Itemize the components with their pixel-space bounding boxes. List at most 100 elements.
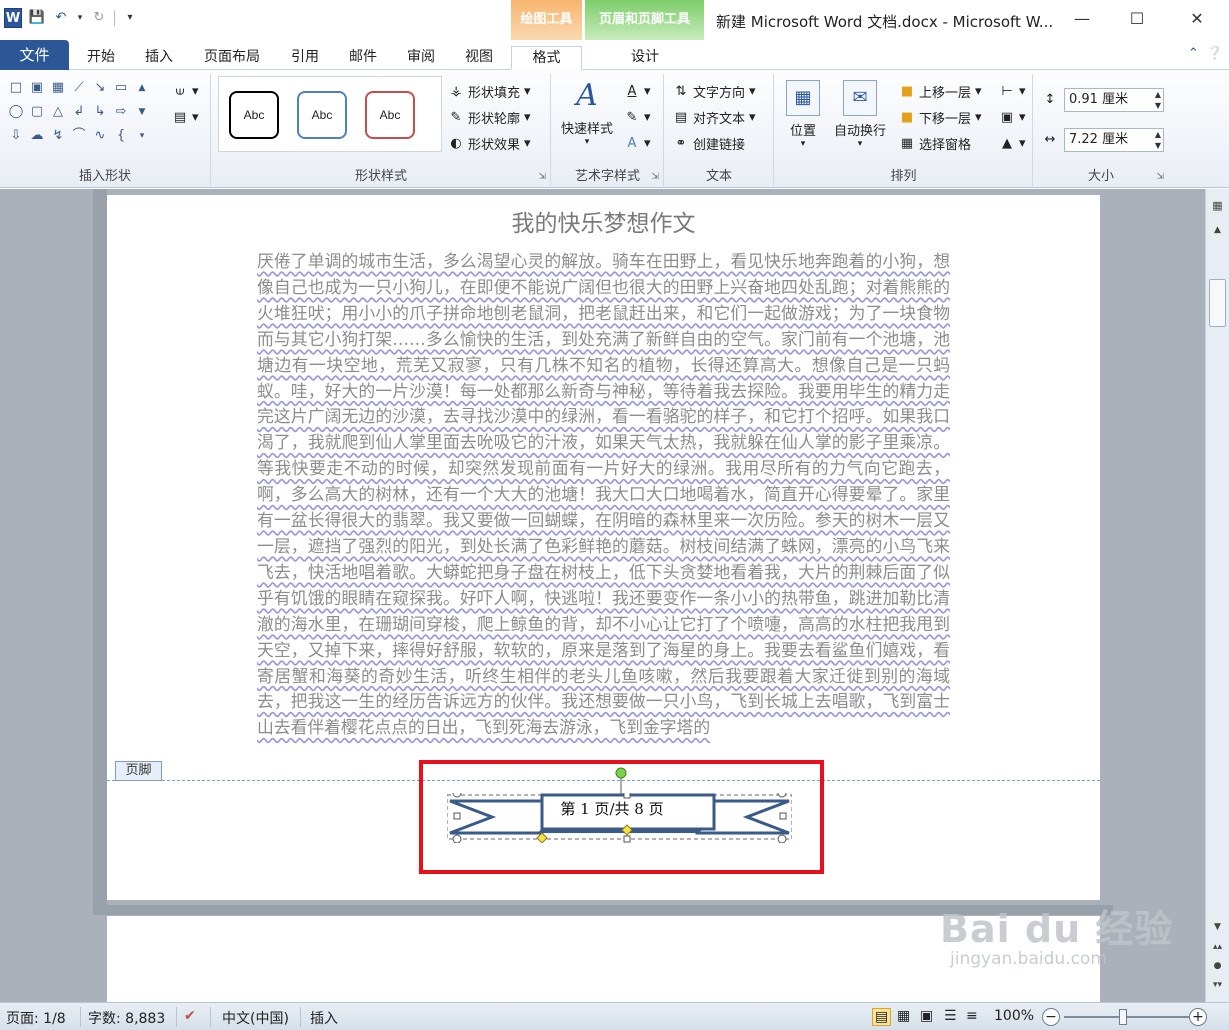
zoom-level[interactable]: 100% (994, 1008, 1034, 1024)
document-area[interactable]: 我的快乐梦想作文 厌倦了单调的城市生活，多么渴望心灵的解放。骑车在田野上，看见快… (0, 189, 1205, 1002)
zoom-slider-track[interactable] (1064, 1016, 1190, 1018)
elbow-connector-icon[interactable]: ↲ (69, 102, 89, 122)
create-link-button[interactable]: ⚭ 创建链接 (673, 132, 745, 154)
scroll-up-icon[interactable]: ▲ (1209, 225, 1226, 235)
quick-styles-button[interactable]: A 快速样式 ▾ (556, 78, 618, 147)
right-arrow-shape-icon[interactable]: ⇨ (111, 102, 131, 122)
cloud-shape-icon[interactable]: ☁ (27, 126, 47, 146)
tab-insert[interactable]: 插入 (134, 46, 184, 70)
textbox-shape-icon[interactable]: ▣ (27, 78, 47, 98)
rotate-button[interactable]: ▲ ▾ (999, 132, 1026, 154)
shape-effects-button[interactable]: ◐ 形状效果 ▾ (448, 132, 530, 154)
print-layout-view-icon[interactable]: ▤ (872, 1008, 892, 1026)
tab-mailings[interactable]: 邮件 (338, 46, 388, 70)
lightning-shape-icon[interactable]: ↯ (48, 126, 68, 146)
dialog-launcher-icon[interactable]: ⇲ (538, 172, 546, 182)
minimize-ribbon-icon[interactable]: ⌃ (1188, 46, 1199, 61)
save-icon[interactable]: 💾 (28, 8, 46, 28)
page-1[interactable]: 我的快乐梦想作文 厌倦了单调的城市生活，多么渴望心灵的解放。骑车在田野上，看见快… (107, 195, 1100, 900)
text-direction-button[interactable]: ⇅ 文字方向 ▾ (673, 80, 756, 102)
language-status[interactable]: 中文(中国) (222, 1008, 289, 1028)
shape-style-red[interactable]: Abc (365, 91, 415, 139)
web-layout-icon[interactable]: ▣ (920, 1008, 933, 1024)
shape-style-black[interactable]: Abc (229, 91, 279, 139)
undo-dropdown-icon[interactable]: ▾ (76, 8, 84, 28)
text-effects-button[interactable]: A ▾ (624, 132, 651, 154)
tab-design[interactable]: 设计 (600, 46, 690, 70)
tab-format[interactable]: 格式 (511, 46, 582, 70)
draw-textbox-button[interactable]: ▤ ▾ (172, 106, 199, 128)
shape-gallery[interactable]: □ ▣ ▦ ⟋ ↘ ▭ ▲ ◯ ▢ △ ↲ ↳ ⇨ ▼ ⇩ ☁ ↯ ⌒ ∿ { … (6, 78, 154, 146)
arc-shape-icon[interactable]: ⌒ (69, 126, 89, 146)
bring-forward-button[interactable]: ■ 上移一层 ▾ (899, 80, 982, 102)
shape-style-gallery[interactable]: Abc Abc Abc (218, 76, 442, 152)
minimize-button[interactable]: — (1059, 6, 1105, 32)
draft-view-icon[interactable]: ≡ (966, 1008, 978, 1024)
tab-page-layout[interactable]: 页面布局 (192, 46, 272, 70)
group-objects-button[interactable]: ▣ ▾ (999, 106, 1026, 128)
undo-icon[interactable]: ↶ (52, 8, 70, 28)
previous-page-icon[interactable]: ▴▴ (1209, 942, 1226, 952)
textbox-shape-icon[interactable]: □ (6, 78, 26, 98)
curve-shape-icon[interactable]: ∿ (90, 126, 110, 146)
scroll-down-icon[interactable]: ▼ (1209, 922, 1226, 932)
elbow-arrow-icon[interactable]: ↳ (90, 102, 110, 122)
send-backward-button[interactable]: ■ 下移一层 ▾ (899, 106, 982, 128)
align-text-button[interactable]: ▤ 对齐文本 ▾ (673, 106, 756, 128)
triangle-shape-icon[interactable]: △ (48, 102, 68, 122)
proofing-icon[interactable]: ✔ (184, 1008, 196, 1024)
shape-fill-button[interactable]: ⚶ 形状填充 ▾ (448, 80, 530, 102)
document-heading[interactable]: 我的快乐梦想作文 (107, 204, 1100, 238)
help-icon[interactable]: ❔ (1207, 46, 1223, 61)
tab-home[interactable]: 开始 (76, 46, 126, 70)
shape-width-input[interactable]: 7.22 厘米 ▲ ▼ (1064, 128, 1164, 152)
scroll-thumb[interactable] (1209, 279, 1226, 327)
dialog-launcher-icon[interactable]: ⇲ (1156, 172, 1164, 182)
document-body-text[interactable]: 厌倦了单调的城市生活，多么渴望心灵的解放。骑车在田野上，看见快乐地奔跑着的小狗，… (257, 249, 950, 767)
brace-shape-icon[interactable]: { (111, 126, 131, 146)
rectangle-shape-icon[interactable]: ▭ (111, 78, 131, 98)
view-ruler-icon[interactable]: ▦ (1209, 199, 1226, 212)
position-button[interactable]: ▦ 位置 ▾ (781, 80, 825, 149)
width-spinner-icon[interactable]: ▲ ▼ (1155, 129, 1161, 151)
full-screen-reading-icon[interactable]: ▦ (897, 1008, 910, 1024)
shape-more-icon[interactable]: ▾ (132, 126, 152, 146)
dialog-launcher-icon[interactable]: ⇲ (651, 172, 659, 182)
redo-icon[interactable]: ↻ (90, 8, 108, 28)
shape-height-input[interactable]: 0.91 厘米 ▲ ▼ (1064, 88, 1164, 112)
word-app-icon[interactable]: W (4, 8, 22, 28)
zoom-slider-thumb[interactable] (1119, 1009, 1127, 1025)
outline-view-icon[interactable]: ☰ (944, 1008, 957, 1024)
shape-style-blue[interactable]: Abc (297, 91, 347, 139)
tab-review[interactable]: 审阅 (396, 46, 446, 70)
edit-shape-button[interactable]: ⟒ ▾ (172, 80, 198, 102)
rounded-rect-shape-icon[interactable]: ▢ (27, 102, 47, 122)
height-spinner-icon[interactable]: ▲ ▼ (1155, 89, 1161, 111)
tab-file[interactable]: 文件 (0, 40, 69, 70)
line-shape-icon[interactable]: ⟋ (69, 78, 89, 98)
insert-mode-status[interactable]: 插入 (310, 1008, 338, 1028)
shape-scroll-up-icon[interactable]: ▲ (132, 78, 152, 98)
customize-qat-icon[interactable]: ▾ (121, 8, 139, 28)
arrow-shape-icon[interactable]: ↘ (90, 78, 110, 98)
maximize-button[interactable]: ☐ (1114, 6, 1160, 32)
shape-outline-button[interactable]: ✎ 形状轮廓 ▾ (448, 106, 531, 128)
next-page-icon[interactable]: ▾▾ (1209, 980, 1226, 990)
shape-scroll-down-icon[interactable]: ▼ (132, 102, 152, 122)
zoom-out-button[interactable]: − (1042, 1008, 1060, 1026)
zoom-in-button[interactable]: + (1189, 1008, 1207, 1026)
selection-pane-button[interactable]: ▦ 选择窗格 (899, 132, 971, 154)
text-outline-button[interactable]: ✎ ▾ (624, 106, 651, 128)
down-arrow-shape-icon[interactable]: ⇩ (6, 126, 26, 146)
page-count-status[interactable]: 页面: 1/8 (6, 1008, 66, 1028)
wrap-text-button[interactable]: ✉ 自动换行 ▾ (829, 80, 891, 149)
oval-shape-icon[interactable]: ◯ (6, 102, 26, 122)
text-fill-button[interactable]: A ▾ (624, 80, 651, 102)
tab-view[interactable]: 视图 (454, 46, 504, 70)
browse-object-icon[interactable]: ● (1209, 961, 1226, 971)
close-button[interactable]: ✕ (1174, 6, 1220, 32)
tab-references[interactable]: 引用 (280, 46, 330, 70)
vertical-scrollbar[interactable]: ▦ ▲ ▼ ▴▴ ● ▾▾ (1205, 189, 1229, 1002)
align-button[interactable]: ⊢ ▾ (999, 80, 1025, 102)
textbox-shape-icon[interactable]: ▦ (48, 78, 68, 98)
